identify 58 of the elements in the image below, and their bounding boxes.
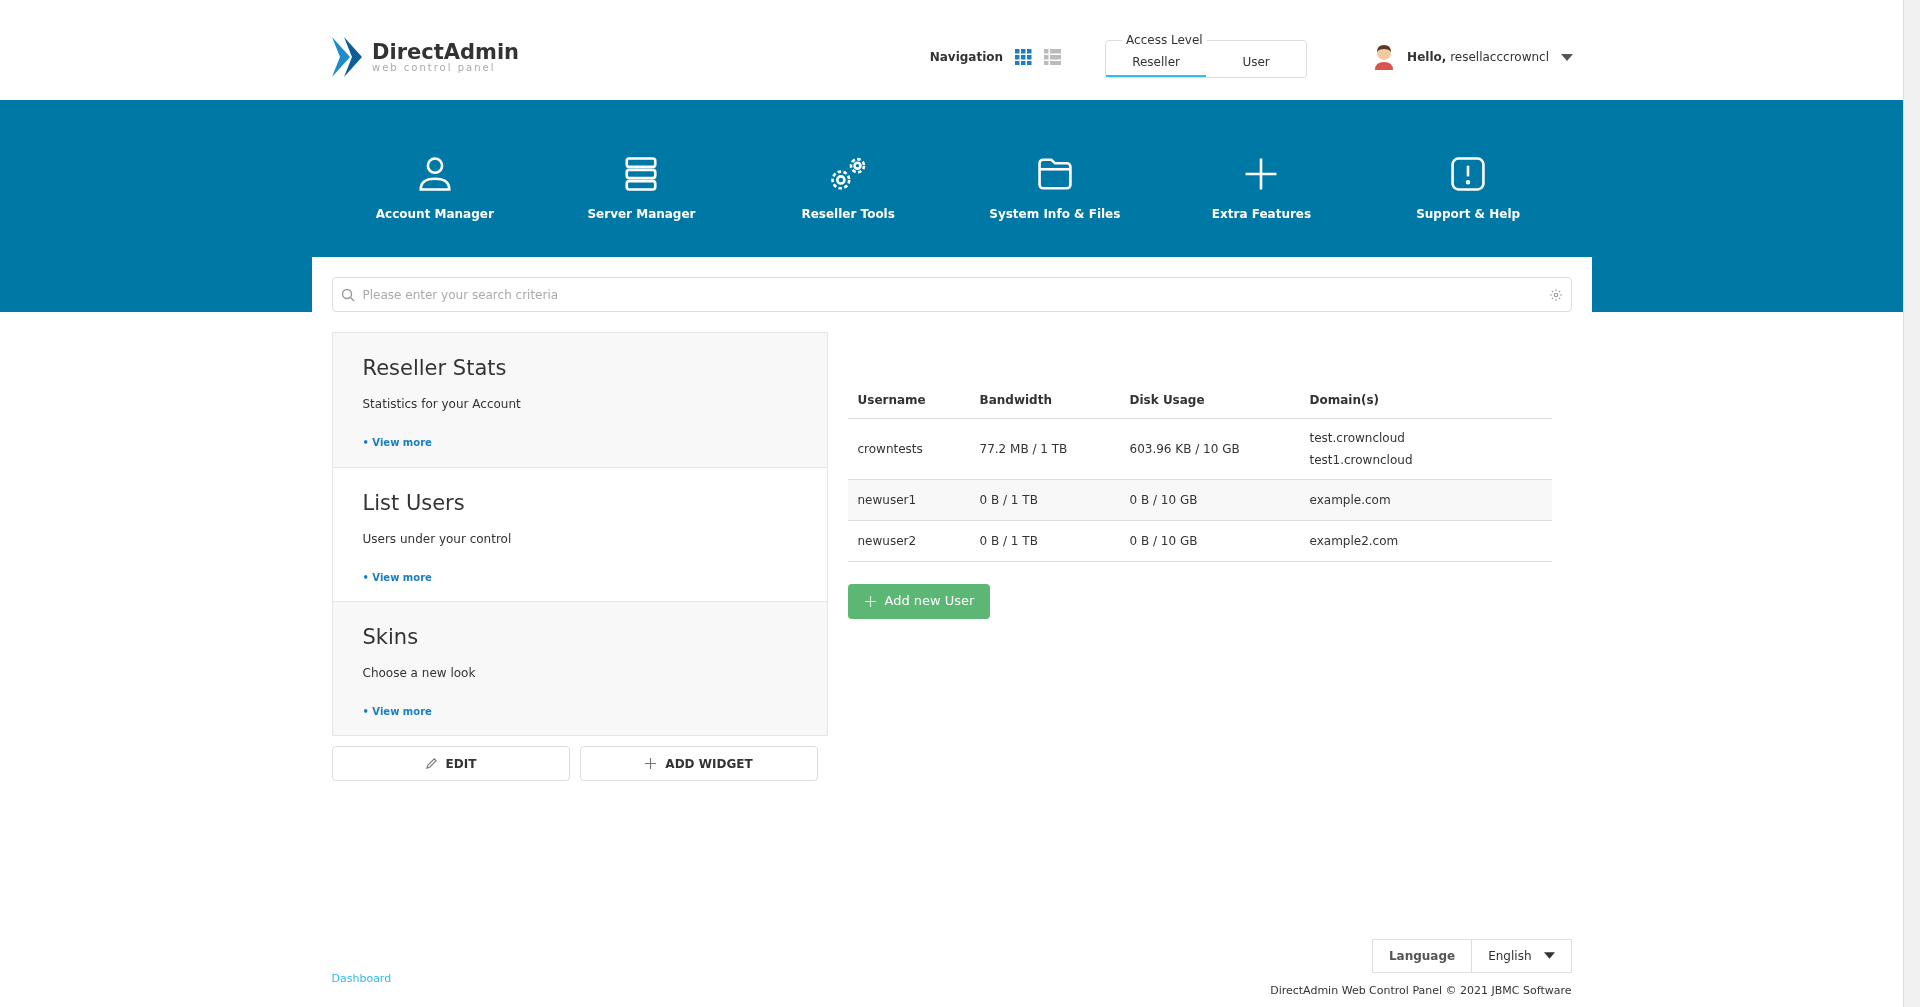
column-header: Bandwidth xyxy=(979,392,1052,407)
menu-item[interactable]: Server Manager xyxy=(538,154,745,223)
caret-icon xyxy=(1561,53,1573,61)
table-cell: newuser1 xyxy=(857,492,917,507)
table-cell: crowntests xyxy=(857,441,923,456)
copyright-text: DirectAdmin Web Control Panel © 2021 JBMC Software xyxy=(1270,982,1572,999)
table-cell: 77.2 MB / 1 TB xyxy=(979,441,1068,456)
search-input[interactable]: Please enter your search criteria xyxy=(362,285,1541,304)
view-more-link[interactable]: • View more xyxy=(362,434,432,450)
column-header: Domain(s) xyxy=(1309,392,1380,407)
access-level-tab[interactable]: User xyxy=(1206,48,1307,77)
table-cell: 0 B / 1 TB xyxy=(979,492,1038,507)
add-widget-button[interactable]: ADD WIDGET xyxy=(579,746,818,781)
caret-icon xyxy=(1543,952,1555,959)
access-level-label: Access Level xyxy=(1122,33,1207,47)
menu-item[interactable]: Reseller Tools xyxy=(744,154,952,223)
search-field[interactable]: Please enter your search criteria xyxy=(331,277,1572,312)
widget-description: Choose a new look xyxy=(362,664,477,682)
language-label: Language xyxy=(1371,938,1473,973)
logo-subtitle: web control panel xyxy=(372,62,497,73)
menu-item[interactable]: Account Manager xyxy=(331,154,539,223)
plus-icon xyxy=(644,757,658,770)
logo-title: DirectAdmin xyxy=(372,41,520,63)
table-cell: 0 B / 10 GB xyxy=(1129,533,1198,548)
user-menu[interactable]: Hello, resellacccrowncl xyxy=(1407,48,1573,66)
logo-icon xyxy=(330,37,364,77)
grid-view-icon[interactable] xyxy=(1015,49,1033,65)
avatar-icon xyxy=(1373,44,1396,70)
menu-item[interactable]: Extra Features xyxy=(1158,154,1365,223)
view-more-link[interactable]: • View more xyxy=(362,703,432,719)
domain-cell-text: example.com xyxy=(1309,491,1391,509)
widget-title: Skins xyxy=(362,624,420,651)
widget-description: Users under your control xyxy=(362,530,513,548)
search-icon xyxy=(340,287,355,302)
settings-icon[interactable] xyxy=(1548,287,1563,302)
domain-cell-text: example2.com xyxy=(1309,532,1399,550)
edit-button[interactable]: EDIT xyxy=(331,746,570,781)
view-more-link[interactable]: • View more xyxy=(362,569,432,585)
widget-title: Reseller Stats xyxy=(362,355,508,382)
widget-description: Statistics for your Account xyxy=(362,395,522,413)
table-cell: 0 B / 10 GB xyxy=(1129,492,1198,507)
menu-item[interactable]: System Info & Files xyxy=(951,154,1159,223)
plus-icon xyxy=(863,594,877,608)
table-cell: 0 B / 1 TB xyxy=(979,533,1038,548)
column-header: Disk Usage xyxy=(1129,392,1205,407)
domain-cell-text: test1.crowncloud xyxy=(1309,451,1413,469)
widget-title: List Users xyxy=(362,490,466,517)
pencil-icon xyxy=(424,757,438,770)
table-cell: newuser2 xyxy=(857,533,917,548)
language-dropdown[interactable]: English xyxy=(1472,938,1572,973)
list-view-icon[interactable] xyxy=(1044,49,1062,65)
alert-icon xyxy=(1449,154,1488,193)
navigation-label: Navigation xyxy=(929,49,1004,66)
column-header: Username xyxy=(857,392,926,407)
table-cell: 603.96 KB / 10 GB xyxy=(1129,441,1240,456)
access-level-tab[interactable]: Reseller xyxy=(1106,48,1207,77)
domain-cell-text: test.crowncloud xyxy=(1309,429,1405,447)
menu-item[interactable]: Support & Help xyxy=(1364,154,1572,223)
